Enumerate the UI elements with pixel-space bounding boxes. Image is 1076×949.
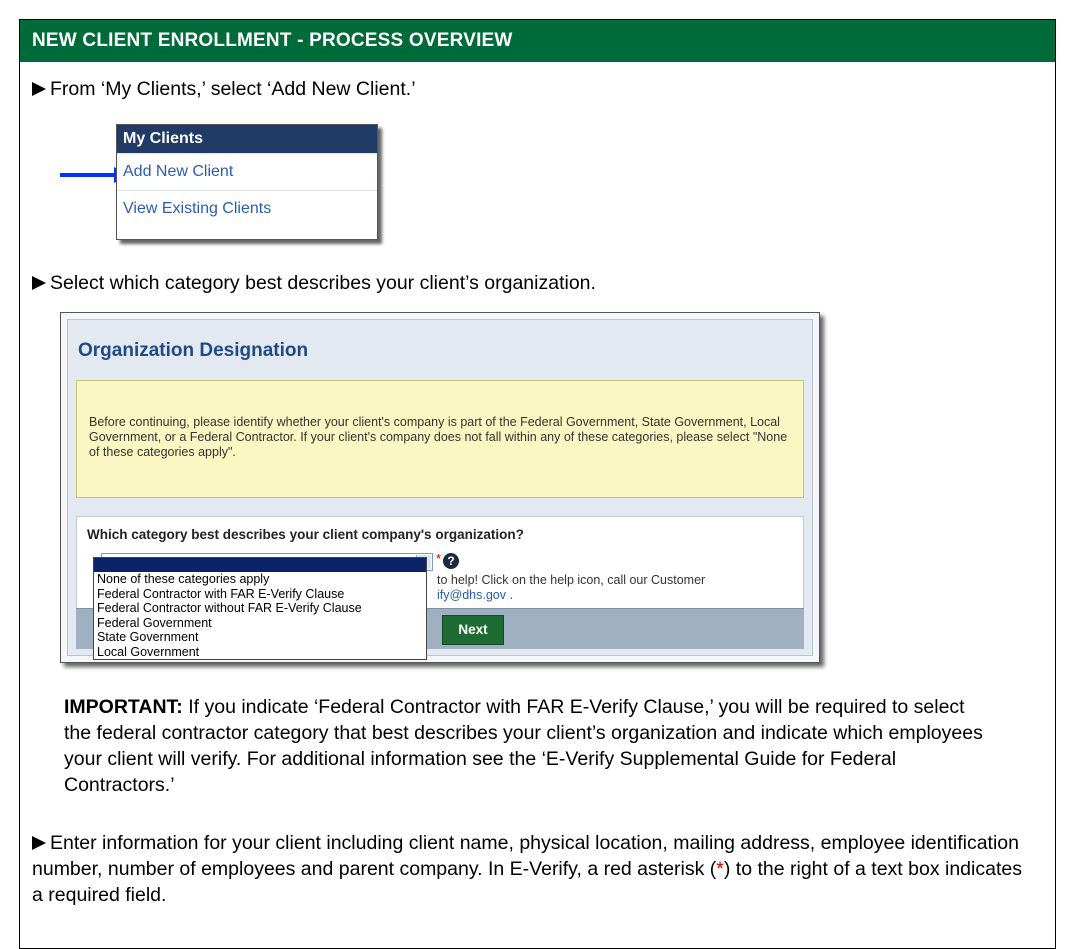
menu-title: My Clients (117, 125, 377, 153)
help-email-link[interactable]: ify@dhs.gov (437, 588, 506, 602)
bullet-triangle-icon (32, 276, 46, 290)
step-1: From ‘My Clients,’ select ‘Add New Clien… (32, 76, 416, 102)
bullet-triangle-icon (32, 82, 46, 96)
dropdown-option[interactable] (94, 558, 426, 572)
step-2-text: Select which category best describes you… (50, 272, 596, 294)
info-note: Before continuing, please identify wheth… (76, 380, 804, 498)
dropdown-option[interactable]: Local Government (94, 645, 426, 660)
menu-item-view-existing-clients[interactable]: View Existing Clients (117, 190, 377, 227)
category-dropdown-list[interactable]: None of these categories apply Federal C… (93, 557, 427, 660)
question-label: Which category best describes your clien… (87, 527, 524, 542)
step-1-text: From ‘My Clients,’ select ‘Add New Clien… (50, 78, 416, 100)
important-text: If you indicate ‘Federal Contractor with… (64, 696, 983, 796)
help-line: to help! Click on the help icon, call ou… (437, 573, 706, 587)
help-icon[interactable]: ? (443, 553, 459, 569)
dropdown-option[interactable]: None of these categories apply (94, 572, 426, 587)
required-asterisk: * (436, 551, 442, 566)
important-note: IMPORTANT: If you indicate ‘Federal Cont… (64, 694, 984, 798)
document-frame: NEW CLIENT ENROLLMENT - PROCESS OVERVIEW… (19, 19, 1056, 949)
dropdown-option[interactable]: Federal Government (94, 616, 426, 631)
dropdown-option[interactable]: State Government (94, 630, 426, 645)
help-text: to help! Click on the help icon, call ou… (437, 573, 705, 603)
section-header: NEW CLIENT ENROLLMENT - PROCESS OVERVIEW (20, 20, 1055, 62)
step-2: Select which category best describes you… (32, 270, 596, 296)
step-3: Enter information for your client includ… (32, 830, 1032, 908)
next-button[interactable]: Next (442, 615, 504, 645)
required-asterisk-example: * (716, 858, 724, 880)
organization-designation-dialog: Organization Designation Before continui… (60, 312, 820, 663)
my-clients-menu: My Clients Add New Client View Existing … (116, 124, 378, 240)
help-end: . (509, 588, 513, 602)
bullet-triangle-icon (32, 836, 46, 850)
dropdown-option[interactable]: Federal Contractor with FAR E-Verify Cla… (94, 587, 426, 602)
dialog-title: Organization Designation (78, 340, 309, 361)
dropdown-option[interactable]: Federal Contractor without FAR E-Verify … (94, 601, 426, 616)
menu-item-add-new-client[interactable]: Add New Client (117, 153, 377, 190)
important-label: IMPORTANT: (64, 696, 183, 718)
